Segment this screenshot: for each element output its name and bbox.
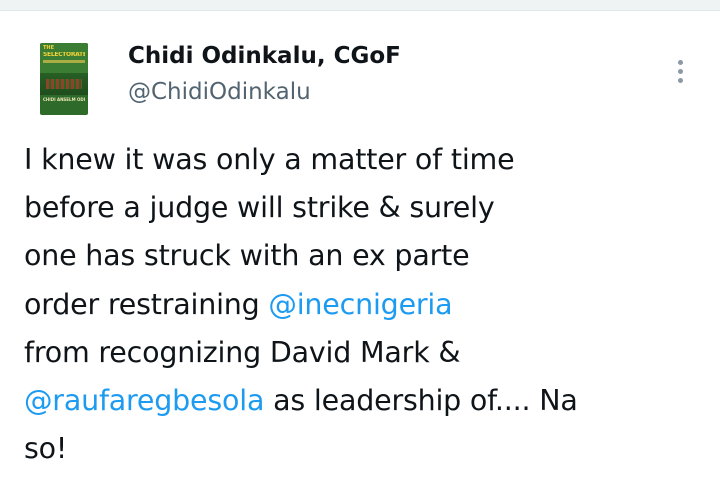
tweet-text-segment: order restraining	[24, 287, 269, 321]
avatar-cover-subtitle-bar	[43, 60, 85, 63]
tweet-text-line: one has struck with an ex parte	[24, 232, 694, 280]
tweet-text-segment: one has struck with an ex parte	[24, 239, 470, 273]
tweet-text-segment: so!	[24, 432, 68, 466]
mention-link[interactable]: @inecnigeria	[268, 288, 452, 321]
avatar-cover-the: THE	[43, 45, 55, 51]
tweet-text-line: so!	[24, 425, 694, 473]
tweet[interactable]: THE SELECTORATE CHIDI ANSELM ODINKALU Ch…	[0, 11, 720, 478]
tweet-text-line: before a judge will strike & surely	[24, 184, 694, 232]
tweet-text-line: from recognizing David Mark &	[24, 329, 694, 377]
more-vertical-icon-dot	[677, 68, 683, 74]
avatar-cover-author: CHIDI ANSELM ODINKALU	[43, 97, 85, 102]
more-vertical-icon	[677, 59, 683, 65]
tweet-text-segment: from recognizing David Mark &	[24, 335, 461, 369]
tweet-text-segment: as leadership of.... Na	[264, 383, 578, 417]
top-divider	[0, 0, 720, 11]
display-name[interactable]: Chidi Odinkalu, CGoF	[128, 41, 401, 71]
avatar-cover-title: SELECTORATE	[43, 52, 85, 58]
tweet-text-line: @raufaregbesola as leadership of.... Na	[24, 377, 694, 425]
tweet-text-line: I knew it was only a matter of time	[24, 136, 694, 184]
more-options-button[interactable]	[664, 51, 696, 91]
tweet-text-segment: before a judge will strike & surely	[24, 191, 495, 225]
tweet-text-line: order restraining @inecnigeria	[24, 281, 694, 329]
tweet-text-segment: I knew it was only a matter of time	[24, 143, 515, 176]
mention-link[interactable]: @raufaregbesola	[24, 384, 264, 417]
user-handle[interactable]: @ChidiOdinkalu	[128, 77, 311, 107]
avatar[interactable]: THE SELECTORATE CHIDI ANSELM ODINKALU	[40, 43, 88, 115]
avatar-cover-art	[40, 73, 88, 95]
more-vertical-icon-dot	[677, 77, 683, 83]
tweet-text: I knew it was only a matter of time befor…	[24, 136, 694, 473]
